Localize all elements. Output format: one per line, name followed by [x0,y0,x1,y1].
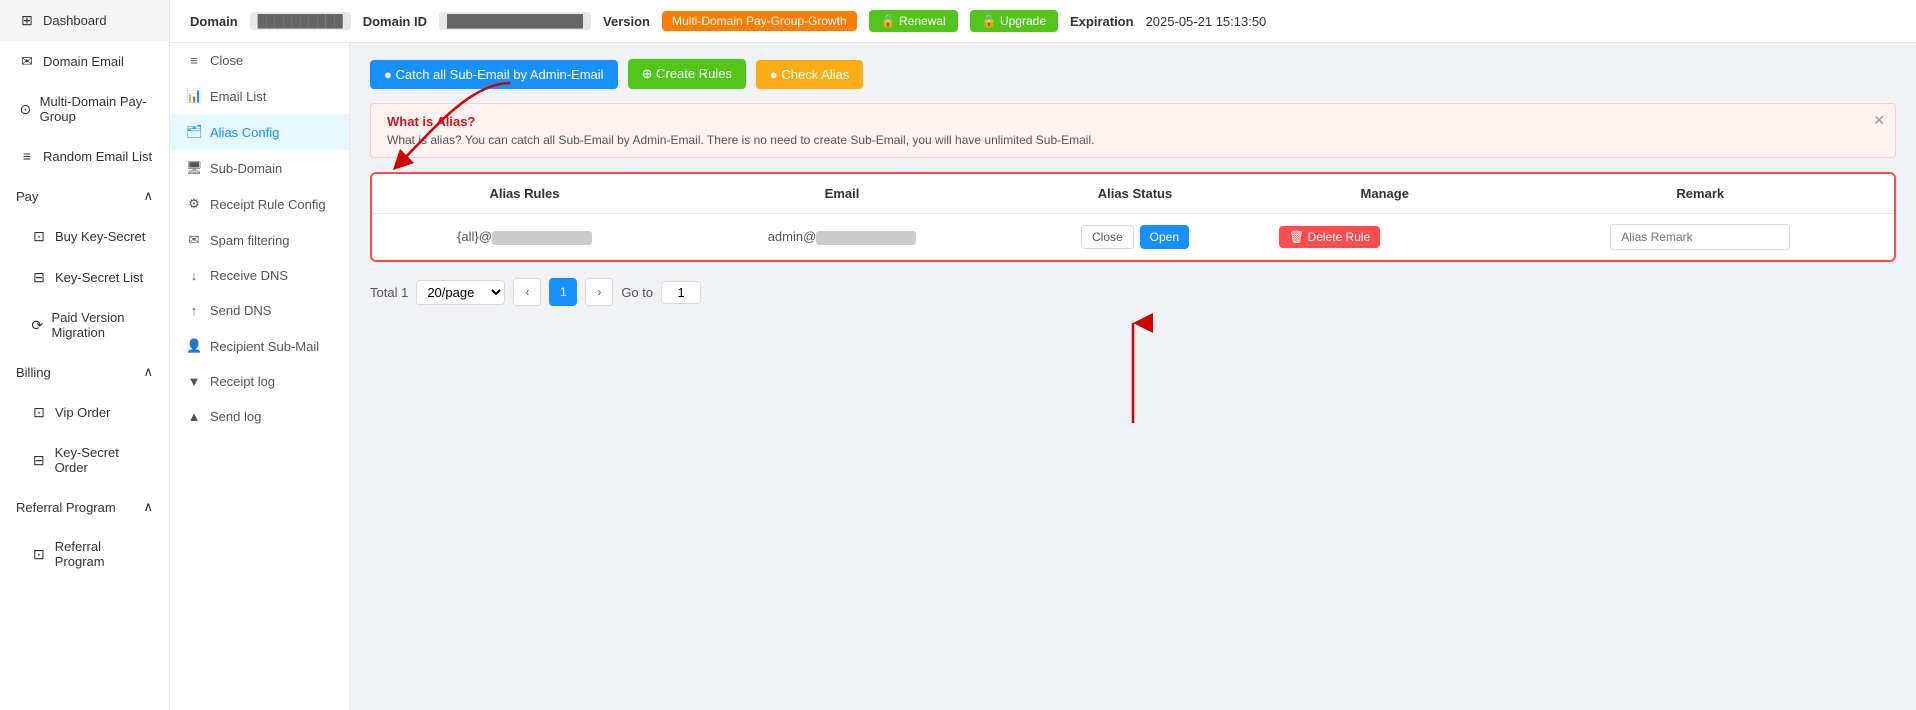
send-log-icon: ▲ [186,409,202,424]
domain-id-label: Domain ID [363,14,427,29]
domain-value: ██████████ [250,12,351,30]
alias-status-cell: Close Open [1007,214,1263,261]
recipient-sub-icon: 👤 [186,338,202,354]
paid-version-icon: ⟳ [31,317,43,334]
key-secret-order-icon: ⊟ [31,452,47,469]
buy-key-icon: ⊡ [31,228,47,245]
create-rules-button[interactable]: ⊕ Create Rules [628,59,746,89]
main-area: Domain ██████████ Domain ID ████████████… [170,0,1916,710]
remark-cell [1507,214,1894,261]
goto-input[interactable] [661,281,701,304]
delete-rule-button[interactable]: 🗑 Delete Rule [1279,226,1380,248]
catch-all-button[interactable]: ● Catch all Sub-Email by Admin-Email [370,60,618,89]
sidebar-item-referral-program[interactable]: ⊡ Referral Program [0,527,169,581]
email-list-icon: 📊 [186,88,202,104]
expiration-value: 2025-05-21 15:13:50 [1146,14,1267,29]
sidebar-item-domain-email[interactable]: ✉ Domain Email [0,41,169,82]
sidebar-item-paid-version[interactable]: ⟳ Paid Version Migration [0,298,169,352]
page-content: ● Catch all Sub-Email by Admin-Email ⊕ C… [350,43,1916,710]
chevron-up-icon-referral: ∧ [143,499,153,515]
sidebar-item-key-secret-list[interactable]: ⊟ Key-Secret List [0,257,169,298]
sub-domain-icon: 🖥 [186,160,202,176]
col-email: Email [677,174,1007,214]
col-alias-status: Alias Status [1007,174,1263,214]
toolbar: ● Catch all Sub-Email by Admin-Email ⊕ C… [370,59,1896,89]
email-cell: admin@ [677,214,1007,261]
domain-label: Domain [190,14,238,29]
send-dns-icon: ↑ [186,303,202,318]
page-1-button[interactable]: 1 [549,278,577,306]
chevron-up-icon: ∧ [143,188,153,204]
sub-nav: ≡ Close 📊 Email List 🗂 Alias Config 🖥 Su… [170,43,350,710]
key-secret-list-icon: ⊟ [31,269,47,286]
receive-dns-icon: ↓ [186,268,202,283]
info-box: What is Alias? What is alias? You can ca… [370,103,1896,158]
next-page-button[interactable]: › [585,278,613,306]
alias-rules-cell: {all}@ [372,214,677,261]
info-box-text: What is alias? You can catch all Sub-Ema… [387,133,1879,147]
sub-nav-spam[interactable]: ✉ Spam filtering [170,222,349,258]
check-alias-button[interactable]: ● Check Alias [756,60,863,89]
sidebar-item-buy-key[interactable]: ⊡ Buy Key-Secret [0,216,169,257]
alias-table: Alias Rules Email Alias Status Manage Re… [372,174,1894,260]
sub-nav-receipt-rule[interactable]: ⚙ Receipt Rule Config [170,186,349,222]
sub-nav-send-dns[interactable]: ↑ Send DNS [170,293,349,328]
close-status-button[interactable]: Close [1081,225,1134,249]
alias-config-icon: 🗂 [186,124,202,140]
info-box-close-button[interactable]: ✕ [1873,112,1885,129]
receipt-rule-icon: ⚙ [186,196,202,212]
col-remark: Remark [1507,174,1894,214]
pagination: Total 1 20/page 50/page 100/page ‹ 1 › G… [370,278,1896,306]
sidebar: ⊞ Dashboard ✉ Domain Email ⊙ Multi-Domai… [0,0,170,710]
sidebar-item-dashboard[interactable]: ⊞ Dashboard [0,0,169,41]
sub-nav-receive-dns[interactable]: ↓ Receive DNS [170,258,349,293]
sub-nav-close[interactable]: ≡ Close [170,43,349,78]
receipt-log-icon: ▼ [186,374,202,389]
sub-nav-email-list[interactable]: 📊 Email List [170,78,349,114]
alias-table-container: Alias Rules Email Alias Status Manage Re… [370,172,1896,262]
prev-page-button[interactable]: ‹ [513,278,541,306]
sidebar-group-pay[interactable]: Pay ∧ [0,176,169,216]
renewal-button[interactable]: 🔒 Renewal [869,10,958,32]
close-nav-icon: ≡ [186,53,202,68]
sidebar-group-referral[interactable]: Referral Program ∧ [0,487,169,527]
sub-nav-sub-domain[interactable]: 🖥 Sub-Domain [170,150,349,186]
sub-nav-send-log[interactable]: ▲ Send log [170,399,349,434]
referral-icon: ⊡ [31,546,47,563]
content-wrapper: ≡ Close 📊 Email List 🗂 Alias Config 🖥 Su… [170,43,1916,710]
open-status-button[interactable]: Open [1140,225,1189,249]
sub-nav-alias-config[interactable]: 🗂 Alias Config [170,114,349,150]
vip-order-icon: ⊡ [31,404,47,421]
header-bar: Domain ██████████ Domain ID ████████████… [170,0,1916,43]
total-label: Total 1 [370,285,408,300]
info-box-title: What is Alias? [387,114,1879,129]
col-alias-rules: Alias Rules [372,174,677,214]
sidebar-item-multi-domain[interactable]: ⊙ Multi-Domain Pay-Group [0,82,169,136]
dashboard-icon: ⊞ [19,12,35,29]
spam-icon: ✉ [186,232,202,248]
remark-input[interactable] [1610,224,1790,250]
goto-label: Go to [621,285,653,300]
sidebar-item-random-email[interactable]: ≡ Random Email List [0,136,169,176]
sidebar-group-billing[interactable]: Billing ∧ [0,352,169,392]
version-label: Version [603,14,650,29]
random-email-icon: ≡ [19,148,35,164]
sidebar-item-vip-order[interactable]: ⊡ Vip Order [0,392,169,433]
per-page-select[interactable]: 20/page 50/page 100/page [416,280,505,305]
table-row: {all}@ admin@ Close Open [372,214,1894,261]
sidebar-item-key-secret-order[interactable]: ⊟ Key-Secret Order [0,433,169,487]
domain-email-icon: ✉ [19,53,35,70]
chevron-up-icon-billing: ∧ [143,364,153,380]
sub-nav-receipt-log[interactable]: ▼ Receipt log [170,364,349,399]
multi-domain-icon: ⊙ [19,101,32,118]
upgrade-button[interactable]: 🔒 Upgrade [970,10,1058,32]
manage-cell: 🗑 Delete Rule [1263,214,1507,261]
expiration-label: Expiration [1070,14,1134,29]
version-badge: Multi-Domain Pay-Group-Growth [662,11,857,31]
domain-id-value: ████████████████ [439,12,591,30]
sub-nav-recipient-sub[interactable]: 👤 Recipient Sub-Mail [170,328,349,364]
col-manage: Manage [1263,174,1507,214]
